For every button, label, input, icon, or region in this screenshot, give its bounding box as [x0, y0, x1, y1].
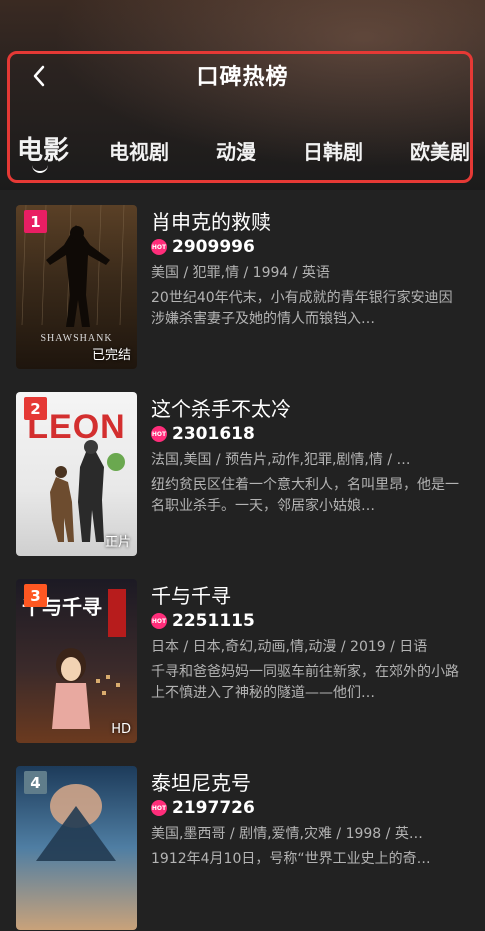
item-title: 肖申克的救赎 [151, 210, 271, 234]
status-badge: 已完结 [91, 348, 131, 363]
hot-value: 2301618 [172, 424, 255, 444]
list-item[interactable]: LEON 2 正片 这个杀手不太冷 HOT 2301618 法国,美国 / 预告… [0, 387, 485, 557]
hot-flame-icon: HOT [151, 426, 167, 442]
page-title: 口碑热榜 [196, 65, 289, 90]
hot-value: 2197726 [172, 798, 255, 818]
hot-flame-icon: HOT [151, 239, 167, 255]
hot-flame-icon: HOT [151, 800, 167, 816]
hot-flame-icon: HOT [151, 613, 167, 629]
rank-badge: 3 [24, 584, 47, 607]
hot-score: HOT 2909996 [151, 236, 255, 258]
tab-movie[interactable]: 电影 [17, 130, 69, 167]
item-title: 千与千寻 [151, 584, 231, 608]
status-badge: HD [111, 722, 131, 737]
tab-jk-drama[interactable]: 日韩剧 [303, 136, 363, 165]
item-meta: 法国,美国 / 预告片,动作,犯罪,剧情,情 / … [151, 452, 411, 468]
status-badge: 正片 [104, 535, 131, 550]
rank-badge: 4 [24, 771, 47, 794]
item-description: 20世纪40年代末，小有成就的青年银行家安迪因涉嫌杀害妻子及她的情人而锒铛入… [151, 290, 453, 327]
rank-badge: 1 [24, 210, 47, 233]
hot-value: 2251115 [172, 611, 255, 631]
list-item[interactable]: 千与千寻 3 HD 千与千寻 HOT 2251115 日本 / 日本,奇幻,动画… [0, 574, 485, 744]
tab-anime[interactable]: 动漫 [216, 136, 256, 165]
list-item[interactable]: SHAWSHANK 1 已完结 肖申克的救赎 HOT 2909996 美国 / … [0, 200, 485, 370]
active-tab-indicator [32, 163, 48, 173]
item-title: 这个杀手不太冷 [151, 397, 291, 421]
poster-image: 千与千寻 3 HD [16, 579, 137, 743]
hot-score: HOT 2251115 [151, 610, 255, 632]
item-meta: 日本 / 日本,奇幻,动画,情,动漫 / 2019 / 日语 [151, 639, 428, 655]
hot-score: HOT 2301618 [151, 423, 255, 445]
item-description: 1912年4月10日，号称“世界工业史上的奇… [151, 851, 431, 867]
tab-tv-series[interactable]: 电视剧 [109, 136, 169, 165]
item-meta: 美国,墨西哥 / 剧情,爱情,灾难 / 1998 / 英… [151, 826, 423, 842]
poster-image: SHAWSHANK 1 已完结 [16, 205, 137, 369]
item-description: 纽约贫民区住着一个意大利人，名叫里昂，他是一名职业杀手。一天，邻居家小姑娘… [151, 477, 459, 514]
poster-image: 4 [16, 766, 137, 930]
poster-title: SHAWSHANK [40, 333, 113, 344]
tab-western-drama[interactable]: 欧美剧 [410, 136, 470, 165]
list-item[interactable]: 4 泰坦尼克号 HOT 2197726 美国,墨西哥 / 剧情,爱情,灾难 / … [0, 761, 485, 931]
rank-badge: 2 [24, 397, 47, 420]
item-description: 千寻和爸爸妈妈一同驱车前往新家，在郊外的小路上不慎进入了神秘的隧道——他们… [151, 664, 459, 701]
poster-image: LEON 2 正片 [16, 392, 137, 556]
hot-value: 2909996 [172, 237, 255, 257]
item-meta: 美国 / 犯罪,情 / 1994 / 英语 [151, 265, 330, 281]
item-title: 泰坦尼克号 [151, 771, 251, 795]
category-tabs: 电影 电视剧 动漫 日韩剧 欧美剧 [0, 130, 485, 176]
hot-score: HOT 2197726 [151, 797, 255, 819]
